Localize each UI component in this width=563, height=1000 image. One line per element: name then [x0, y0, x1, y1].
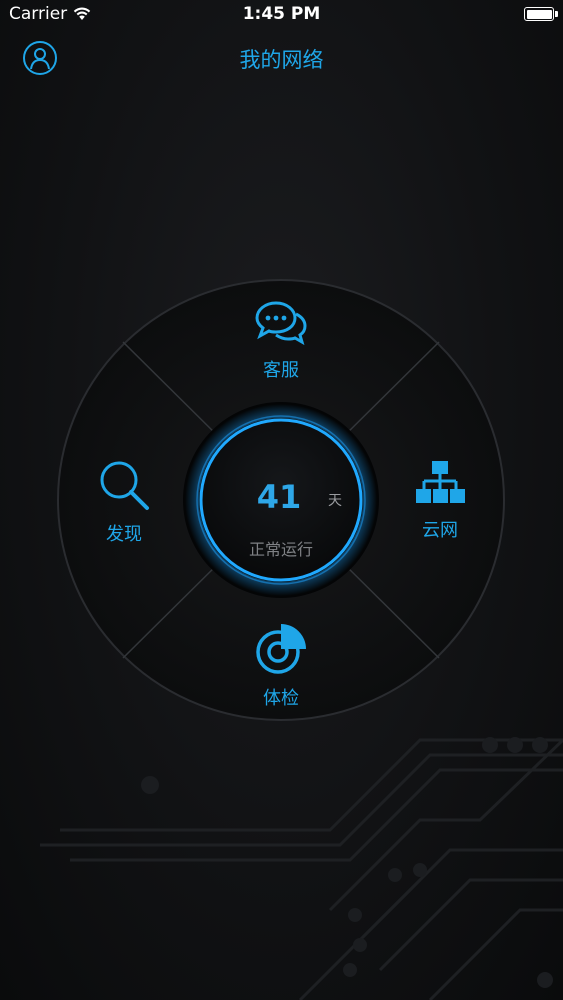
battery-level	[526, 9, 552, 19]
uptime-days-value: 41	[256, 478, 302, 516]
discover-label: 发现	[106, 524, 142, 545]
circuit-background	[40, 737, 563, 1000]
customer-service-button[interactable]: 客服	[231, 300, 331, 382]
checkup-button[interactable]: 体检	[231, 622, 331, 710]
uptime-days-unit: 天	[328, 493, 342, 509]
customer-service-label: 客服	[263, 360, 299, 381]
app-screen: Carrier 1:45 PM 我的网络 客服 发现 云网 体检 41 天 正常…	[0, 0, 563, 1000]
page-title: 我的网络	[239, 48, 324, 72]
status-time: 1:45 PM	[242, 4, 321, 24]
running-status-label: 正常运行	[248, 540, 313, 559]
checkup-label: 体检	[263, 688, 299, 709]
checkup-gauge-icon	[256, 624, 306, 674]
cloud-network-label: 云网	[422, 520, 458, 541]
search-icon	[100, 461, 149, 510]
status-bar: Carrier 1:45 PM	[0, 0, 563, 30]
navigation-bar: 我的网络	[0, 30, 563, 88]
battery-icon	[524, 7, 554, 21]
discover-button[interactable]: 发现	[74, 458, 174, 546]
cloud-network-button[interactable]: 云网	[390, 458, 490, 542]
network-topology-icon	[416, 461, 465, 503]
battery-nub	[555, 11, 558, 17]
chat-bubbles-icon	[255, 301, 307, 346]
